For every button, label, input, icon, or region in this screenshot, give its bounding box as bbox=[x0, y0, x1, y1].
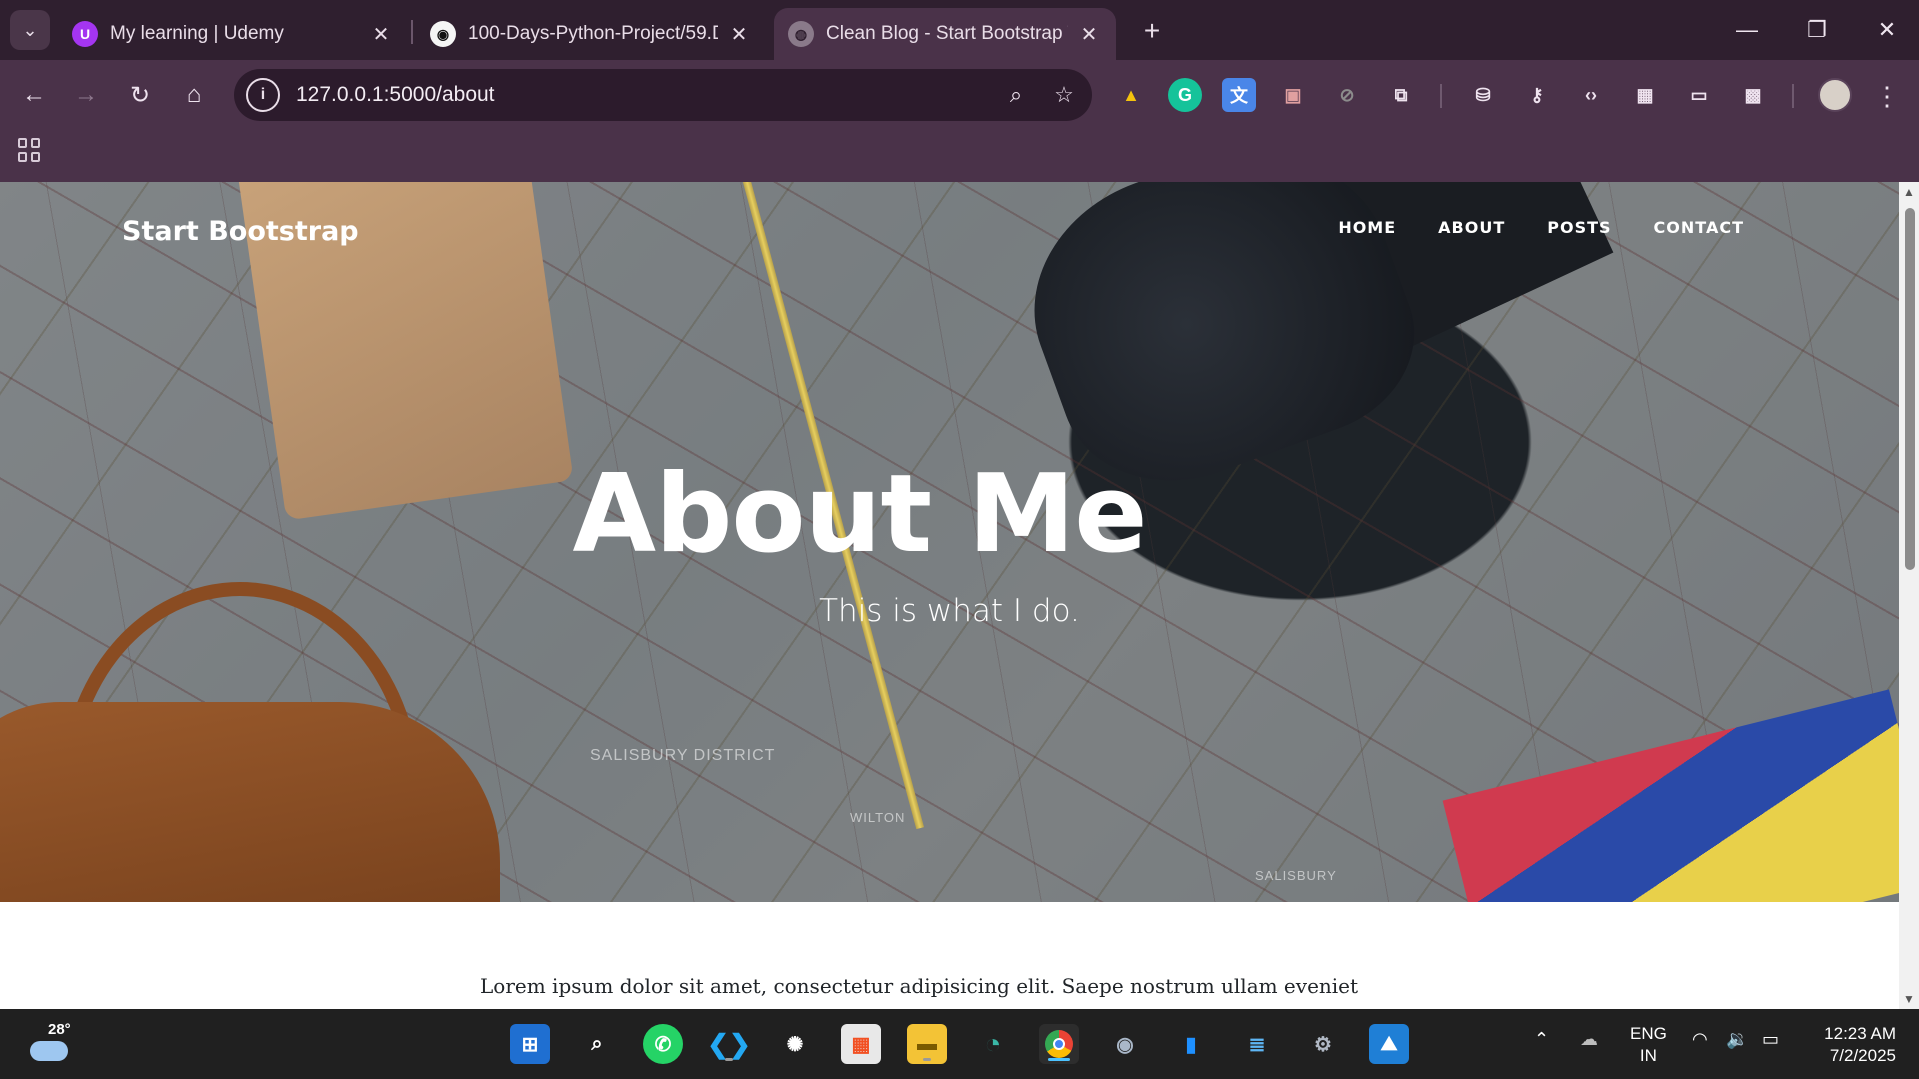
incognito-icon[interactable]: ⛁ bbox=[1466, 78, 1500, 112]
zoom-icon[interactable]: ⌕ bbox=[996, 75, 1036, 115]
responsive-device-icon[interactable]: ▭ bbox=[1682, 78, 1716, 112]
clock-date: 7/2/2025 bbox=[1829, 1046, 1896, 1065]
close-window-icon[interactable]: ✕ bbox=[1862, 8, 1912, 52]
password-key-icon[interactable]: ⚷ bbox=[1520, 78, 1554, 112]
google-translate-icon[interactable]: 文 bbox=[1222, 78, 1256, 112]
whatsapp-icon[interactable]: ✆ bbox=[643, 1024, 683, 1064]
nav-posts-link[interactable]: POSTS bbox=[1526, 218, 1632, 237]
tab-title: Clean Blog - Start Bootstrap The bbox=[826, 23, 1068, 44]
qr-code-icon[interactable]: ▩ bbox=[1736, 78, 1770, 112]
browser-toolbar: ← → ↻ ⌂ i 127.0.0.1:5000/about ⌕ ☆ ▲ G 文… bbox=[0, 60, 1919, 130]
settings-gear-icon[interactable]: ⚙ bbox=[1303, 1024, 1343, 1064]
devtools-code-icon[interactable]: ‹› bbox=[1574, 78, 1608, 112]
start-windows-icon[interactable]: ⊞ bbox=[510, 1024, 550, 1064]
bookmarks-bar bbox=[0, 130, 1919, 182]
edge-icon[interactable]: ◔ bbox=[973, 1024, 1013, 1064]
extension-blocked-icon[interactable]: ⊘ bbox=[1330, 78, 1364, 112]
ordnance-maps-image bbox=[1442, 689, 1899, 902]
new-tab-button[interactable]: + bbox=[1135, 14, 1169, 48]
file-explorer-icon[interactable]: ▬ bbox=[907, 1024, 947, 1064]
language-indicator[interactable]: ENG IN bbox=[1630, 1023, 1667, 1067]
tab-divider bbox=[411, 20, 413, 44]
language-region: IN bbox=[1639, 1046, 1657, 1065]
map-label: WILTON bbox=[850, 810, 906, 825]
scroll-up-icon[interactable]: ▲ bbox=[1902, 185, 1916, 199]
site-nav: HOME ABOUT POSTS CONTACT bbox=[1317, 218, 1765, 237]
page-subheading: This is what I do. bbox=[819, 593, 1080, 629]
close-icon[interactable]: ✕ bbox=[1076, 21, 1102, 47]
system-clock[interactable]: 12:23 AM 7/2/2025 bbox=[1810, 1023, 1896, 1067]
address-bar[interactable]: i 127.0.0.1:5000/about ⌕ ☆ bbox=[234, 69, 1092, 121]
language-code: ENG bbox=[1630, 1024, 1667, 1043]
back-icon[interactable]: ← bbox=[14, 75, 54, 115]
sticky-app-icon[interactable]: ▮ bbox=[1171, 1024, 1211, 1064]
nav-about-link[interactable]: ABOUT bbox=[1417, 218, 1526, 237]
page-viewport: SALISBURY DISTRICT WILTON SALISBURY Star… bbox=[0, 182, 1899, 1009]
masthead: SALISBURY DISTRICT WILTON SALISBURY Star… bbox=[0, 182, 1899, 902]
tray-chevron-up-icon[interactable]: ⌃ bbox=[1534, 1029, 1549, 1050]
camera-app-icon[interactable]: ◉ bbox=[1105, 1024, 1145, 1064]
tab-clean-blog[interactable]: ◍ Clean Blog - Start Bootstrap The ✕ bbox=[774, 8, 1116, 60]
chrome-icon[interactable] bbox=[1039, 1024, 1079, 1064]
bookmark-star-icon[interactable]: ☆ bbox=[1044, 75, 1084, 115]
tab-search-chevron-icon[interactable]: ⌄ bbox=[10, 10, 50, 50]
close-icon[interactable]: ✕ bbox=[368, 21, 394, 47]
close-icon[interactable]: ✕ bbox=[726, 21, 752, 47]
scroll-down-icon[interactable]: ▼ bbox=[1902, 992, 1916, 1006]
tab-github[interactable]: ◉ 100-Days-Python-Project/59.Da ✕ bbox=[416, 8, 766, 60]
weather-widget[interactable]: 28° bbox=[26, 1021, 71, 1065]
battery-icon[interactable]: ▭ bbox=[1762, 1029, 1779, 1050]
notepad-icon[interactable]: ≣ bbox=[1237, 1024, 1277, 1064]
tab-udemy[interactable]: U My learning | Udemy ✕ bbox=[58, 8, 408, 60]
scrollbar-thumb[interactable] bbox=[1905, 208, 1915, 570]
brand-link[interactable]: Start Bootstrap bbox=[122, 216, 359, 247]
search-icon[interactable]: ⌕ bbox=[577, 1024, 617, 1064]
apps-grid-icon[interactable] bbox=[18, 138, 42, 162]
profile-avatar[interactable] bbox=[1818, 78, 1852, 112]
url-text[interactable]: 127.0.0.1:5000/about bbox=[296, 83, 996, 107]
map-label: SALISBURY bbox=[1255, 868, 1337, 883]
weather-cloud-icon bbox=[30, 1041, 68, 1061]
tab-title: My learning | Udemy bbox=[110, 23, 284, 44]
page-heading: About Me This is what I do. bbox=[0, 452, 1899, 629]
toolbar-divider bbox=[1440, 84, 1442, 108]
google-drive-icon[interactable]: ▲ bbox=[1114, 78, 1148, 112]
wifi-icon[interactable]: ◠ bbox=[1692, 1029, 1708, 1050]
home-icon[interactable]: ⌂ bbox=[174, 75, 214, 115]
microsoft-store-icon[interactable]: ▦ bbox=[841, 1024, 881, 1064]
chrome-logo bbox=[1045, 1030, 1073, 1058]
globe-icon: ◍ bbox=[788, 21, 814, 47]
extension-printer-icon[interactable]: ▣ bbox=[1276, 78, 1310, 112]
clock-time: 12:23 AM bbox=[1824, 1024, 1896, 1043]
more-menu-icon[interactable]: ⋮ bbox=[1872, 76, 1902, 116]
udemy-icon: U bbox=[72, 21, 98, 47]
toolbar-divider bbox=[1792, 84, 1794, 108]
body-paragraph: Lorem ipsum dolor sit amet, consectetur … bbox=[480, 974, 1359, 1009]
photos-icon[interactable]: ⛰ bbox=[1369, 1024, 1409, 1064]
map-label: SALISBURY DISTRICT bbox=[590, 747, 776, 764]
chatgpt-icon[interactable]: ✺ bbox=[775, 1024, 815, 1064]
forward-icon[interactable]: → bbox=[66, 75, 106, 115]
github-icon: ◉ bbox=[430, 21, 456, 47]
nav-home-link[interactable]: HOME bbox=[1317, 218, 1417, 237]
restore-icon[interactable]: ❐ bbox=[1792, 8, 1842, 52]
page-title: About Me bbox=[572, 452, 1148, 577]
vscode-icon[interactable]: ❮❯ bbox=[707, 1024, 751, 1064]
onedrive-offline-icon[interactable]: ☁ bbox=[1580, 1029, 1598, 1050]
layout-icon[interactable]: ▦ bbox=[1628, 78, 1662, 112]
site-info-icon[interactable]: i bbox=[246, 78, 280, 112]
nav-contact-link[interactable]: CONTACT bbox=[1633, 218, 1765, 237]
tab-title: 100-Days-Python-Project/59.Da bbox=[468, 23, 718, 44]
tab-strip: ⌄ U My learning | Udemy ✕ ◉ 100-Days-Pyt… bbox=[0, 0, 1919, 60]
extensions-puzzle-icon[interactable]: ⧉ bbox=[1384, 78, 1418, 112]
backpack-image bbox=[0, 702, 500, 902]
reload-icon[interactable]: ↻ bbox=[120, 75, 160, 115]
grammarly-icon[interactable]: G bbox=[1168, 78, 1202, 112]
weather-temperature: 28° bbox=[48, 1021, 71, 1038]
minimize-icon[interactable]: — bbox=[1722, 8, 1772, 52]
windows-taskbar: 28° ⊞ ⌕ ✆ ❮❯ ✺ ▦ ▬ ◔ ◉ ▮ ≣ ⚙ ⛰ ⌃ ☁ ENG I… bbox=[0, 1009, 1919, 1079]
volume-icon[interactable]: 🔉 bbox=[1726, 1029, 1748, 1050]
